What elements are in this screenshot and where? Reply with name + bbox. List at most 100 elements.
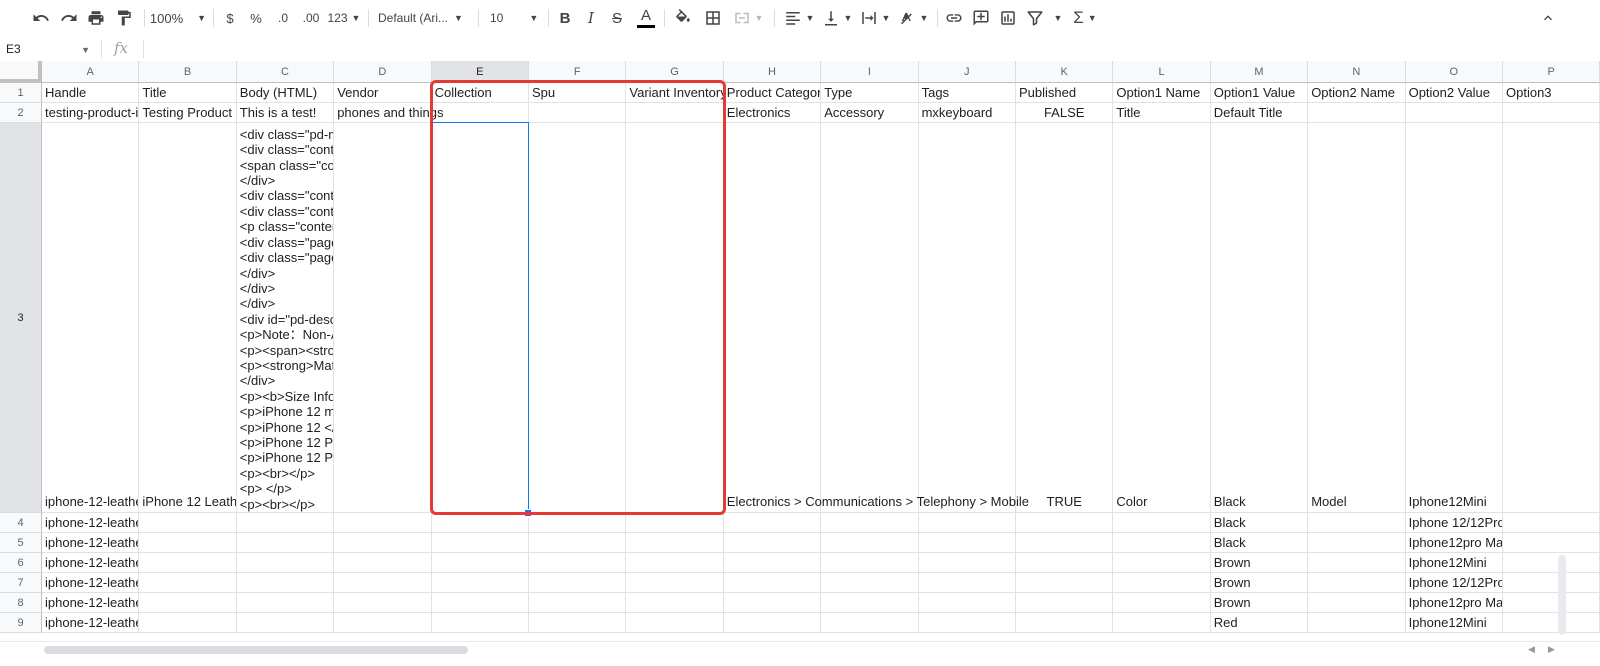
insert-comment-icon[interactable] <box>970 6 992 30</box>
cell-b1[interactable]: Title <box>139 83 237 103</box>
column-header-e[interactable]: E <box>431 61 529 83</box>
zoom-select[interactable]: 100% ▼ <box>150 6 206 30</box>
decrease-decimal-button[interactable]: .0 <box>271 6 295 30</box>
row-header-6[interactable]: 6 <box>0 553 42 573</box>
fill-color-icon[interactable] <box>672 6 694 30</box>
cell-g6[interactable] <box>626 553 724 573</box>
column-header-l[interactable]: L <box>1113 61 1211 83</box>
cell-n1[interactable]: Option2 Name <box>1308 83 1406 103</box>
cell-a6[interactable]: iphone-12-leather-case <box>42 553 140 573</box>
font-family-select[interactable]: Default (Ari... ▼ <box>378 6 470 30</box>
cell-p7[interactable] <box>1503 573 1600 593</box>
name-box[interactable]: E3 ▼ <box>6 41 94 57</box>
horizontal-scrollbar[interactable]: ◀ ▶ <box>0 641 1600 666</box>
cell-m2[interactable]: Default Title <box>1210 103 1309 123</box>
cell-h8[interactable] <box>723 593 822 613</box>
cell-m8[interactable]: Brown <box>1210 593 1309 613</box>
row-header-9[interactable]: 9 <box>0 613 42 633</box>
fill-handle[interactable] <box>524 509 532 517</box>
cell-k4[interactable] <box>1016 513 1114 533</box>
cell-l4[interactable] <box>1113 513 1211 533</box>
column-header-m[interactable]: M <box>1210 61 1309 83</box>
cell-j1[interactable]: Tags <box>918 83 1016 103</box>
text-wrap-icon[interactable]: ▼ <box>858 6 892 30</box>
cell-n8[interactable] <box>1308 593 1406 613</box>
cell-g2[interactable] <box>626 103 724 123</box>
cell-p3[interactable] <box>1503 123 1600 513</box>
cell-p6[interactable] <box>1503 553 1600 573</box>
scroll-left-icon[interactable]: ◀ <box>1528 644 1535 655</box>
horizontal-align-icon[interactable]: ▼ <box>782 6 816 30</box>
cell-g4[interactable] <box>626 513 724 533</box>
select-all-corner[interactable] <box>0 61 42 83</box>
cell-m3[interactable]: Black <box>1210 123 1309 513</box>
column-header-d[interactable]: D <box>334 61 432 83</box>
formula-input[interactable] <box>150 40 1590 58</box>
cell-b3[interactable]: iPhone 12 Leather Case <box>139 123 237 513</box>
cell-h1[interactable]: Product Category <box>723 83 822 103</box>
number-format-select[interactable]: 123 ▼ <box>327 6 361 30</box>
cell-d1[interactable]: Vendor <box>334 83 432 103</box>
cell-j6[interactable] <box>918 553 1016 573</box>
cell-p4[interactable] <box>1503 513 1600 533</box>
cell-c7[interactable] <box>236 573 335 593</box>
cell-k3[interactable]: TRUE <box>1016 123 1114 513</box>
cell-k9[interactable] <box>1016 613 1114 633</box>
cell-o4[interactable]: Iphone 12/12Pro <box>1405 513 1503 533</box>
cell-k1[interactable]: Published <box>1016 83 1114 103</box>
strikethrough-button[interactable]: S <box>607 6 627 30</box>
vertical-align-icon[interactable]: ▼ <box>820 6 854 30</box>
text-rotation-icon[interactable]: ▼ <box>896 6 930 30</box>
cell-p1[interactable]: Option3 <box>1503 83 1600 103</box>
cell-f9[interactable] <box>529 613 627 633</box>
cell-e8[interactable] <box>431 593 529 613</box>
merge-cells-icon[interactable]: ▼ <box>730 6 766 30</box>
cell-f6[interactable] <box>529 553 627 573</box>
cell-a2[interactable]: testing-product-it <box>42 103 140 123</box>
cell-g5[interactable] <box>626 533 724 553</box>
cell-h4[interactable] <box>723 513 822 533</box>
cell-o1[interactable]: Option2 Value <box>1405 83 1503 103</box>
cell-o9[interactable]: Iphone12Mini <box>1405 613 1503 633</box>
cell-l3[interactable]: Color <box>1113 123 1211 513</box>
cell-a3[interactable]: iphone-12-leather-case <box>42 123 140 513</box>
cell-j3[interactable] <box>918 123 1016 513</box>
cell-j7[interactable] <box>918 573 1016 593</box>
cell-b2[interactable]: Testing Product <box>139 103 237 123</box>
cell-c5[interactable] <box>236 533 335 553</box>
cell-k8[interactable] <box>1016 593 1114 613</box>
cell-i1[interactable]: Type <box>821 83 919 103</box>
column-header-j[interactable]: J <box>918 61 1016 83</box>
cell-i7[interactable] <box>821 573 919 593</box>
cell-j2[interactable]: mxkeyboard <box>918 103 1016 123</box>
cell-c3[interactable]: <div class="pd-m <div class="cont <span … <box>236 123 335 513</box>
cell-k2[interactable]: FALSE <box>1016 103 1114 123</box>
cell-l8[interactable] <box>1113 593 1211 613</box>
cell-f1[interactable]: Spu <box>529 83 627 103</box>
cell-c4[interactable] <box>236 513 335 533</box>
vertical-scrollbar-thumb[interactable] <box>1558 555 1566 635</box>
cell-o5[interactable]: Iphone12pro Max <box>1405 533 1503 553</box>
cell-o3[interactable]: Iphone12Mini <box>1405 123 1503 513</box>
redo-icon[interactable] <box>58 6 80 30</box>
row-header-1[interactable]: 1 <box>0 83 42 103</box>
cell-j8[interactable] <box>918 593 1016 613</box>
cell-a1[interactable]: Handle <box>42 83 140 103</box>
cell-o6[interactable]: Iphone12Mini <box>1405 553 1503 573</box>
cell-h6[interactable] <box>723 553 822 573</box>
filter-icon[interactable]: ▼ <box>1025 6 1063 30</box>
column-header-b[interactable]: B <box>139 61 237 83</box>
scroll-right-icon[interactable]: ▶ <box>1548 644 1555 655</box>
cell-h5[interactable] <box>723 533 822 553</box>
cell-c9[interactable] <box>236 613 335 633</box>
cell-f8[interactable] <box>529 593 627 613</box>
cell-l1[interactable]: Option1 Name <box>1113 83 1211 103</box>
cell-g1[interactable]: Variant Inventory <box>626 83 724 103</box>
cell-b6[interactable] <box>139 553 237 573</box>
cell-e3[interactable] <box>431 123 529 513</box>
italic-button[interactable]: I <box>581 6 601 30</box>
cell-p2[interactable] <box>1503 103 1600 123</box>
column-header-i[interactable]: I <box>821 61 919 83</box>
cell-p8[interactable] <box>1503 593 1600 613</box>
cell-m7[interactable]: Brown <box>1210 573 1309 593</box>
